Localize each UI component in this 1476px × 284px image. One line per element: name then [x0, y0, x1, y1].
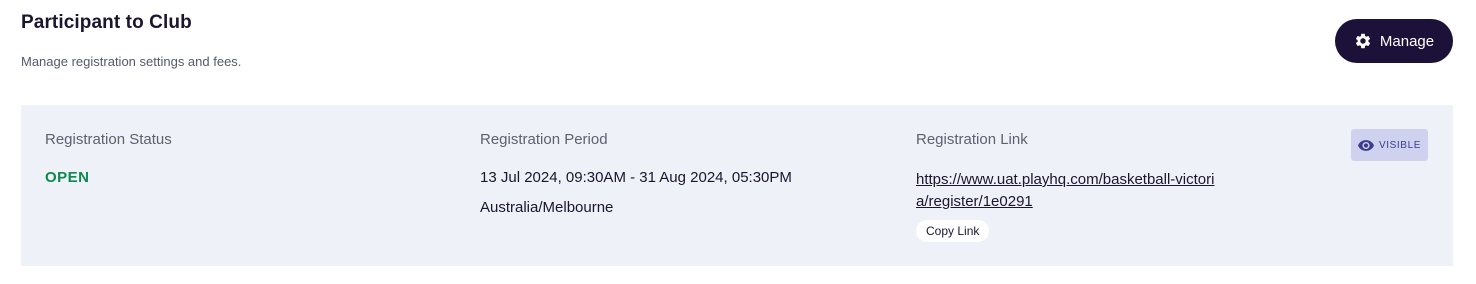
registration-settings-page: Participant to Club Manage registration … [0, 0, 1476, 284]
registration-period-label: Registration Period [480, 131, 608, 148]
registration-period-range: 13 Jul 2024, 09:30AM - 31 Aug 2024, 05:3… [480, 169, 792, 186]
registration-link-label: Registration Link [916, 131, 1028, 148]
registration-panel: Registration Status OPEN Registration Pe… [21, 105, 1453, 266]
visibility-label: VISIBLE [1379, 139, 1421, 151]
manage-button[interactable]: Manage [1335, 19, 1453, 63]
visibility-badge[interactable]: VISIBLE [1351, 129, 1428, 161]
registration-period-timezone: Australia/Melbourne [480, 199, 614, 216]
copy-link-button[interactable]: Copy Link [916, 220, 990, 242]
registration-status-label: Registration Status [45, 131, 172, 148]
page-subtitle: Manage registration settings and fees. [21, 54, 242, 69]
manage-button-label: Manage [1379, 32, 1435, 50]
eye-icon [1358, 139, 1374, 151]
registration-link[interactable]: https://www.uat.playhq.com/basketball-vi… [916, 169, 1226, 213]
gear-icon [1354, 32, 1372, 50]
page-title: Participant to Club [21, 12, 192, 33]
status-badge: OPEN [45, 169, 90, 186]
